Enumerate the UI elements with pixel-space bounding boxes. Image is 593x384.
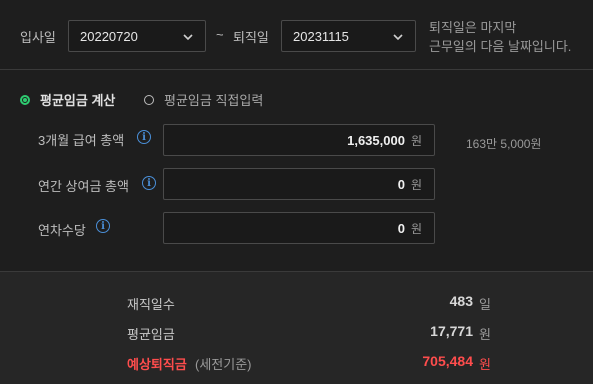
leave-allowance-value: 0 <box>397 220 405 236</box>
end-date-label: 퇴직일 <box>233 30 269 45</box>
salary-3m-value: 1,635,000 <box>347 132 405 148</box>
leave-allowance-label: 연차수당 <box>38 223 86 238</box>
date-separator: ~ <box>216 27 224 42</box>
radio-average-manual-label: 평균임금 직접입력 <box>164 93 264 108</box>
days-unit: 일 <box>479 297 491 312</box>
end-date-note-line2: 근무일의 다음 날짜입니다. <box>429 39 572 54</box>
average-wage-unit: 원 <box>479 327 491 342</box>
bonus-annual-value: 0 <box>397 176 405 192</box>
leave-allowance-unit: 원 <box>410 221 422 236</box>
radio-unselected-icon <box>144 94 154 105</box>
bonus-annual-input[interactable]: 0 원 <box>163 168 435 200</box>
chevron-down-icon <box>183 34 193 41</box>
info-icon[interactable]: i <box>96 219 110 233</box>
start-date-value: 20220720 <box>80 28 138 44</box>
result-summary: 재직일수 483 일 평균임금 17,771 원 예상퇴직금 (세전기준) 70… <box>0 272 593 384</box>
bonus-annual-label: 연간 상여금 총액 <box>38 179 129 194</box>
days-value: 483 <box>449 293 473 309</box>
end-date-note: 퇴직일은 마지막 근무일의 다음 날짜입니다. <box>429 18 571 56</box>
average-wage-label: 평균임금 <box>127 327 175 342</box>
end-date-note-line1: 퇴직일은 마지막 <box>429 20 517 35</box>
severance-note: (세전기준) <box>195 357 252 372</box>
bonus-annual-unit: 원 <box>410 177 422 192</box>
start-date-label: 입사일 <box>20 30 56 45</box>
salary-3m-input[interactable]: 1,635,000 원 <box>163 124 435 156</box>
average-wage-value: 17,771 <box>430 323 473 339</box>
chevron-down-icon <box>393 34 403 41</box>
divider <box>0 69 593 70</box>
days-label: 재직일수 <box>127 297 175 312</box>
severance-unit: 원 <box>479 357 491 372</box>
salary-3m-hint: 163만 5,000원 <box>466 137 542 151</box>
salary-3m-label: 3개월 급여 총액 <box>38 133 125 148</box>
severance-value: 705,484 <box>422 353 473 369</box>
leave-allowance-input[interactable]: 0 원 <box>163 212 435 244</box>
salary-3m-unit: 원 <box>410 133 422 148</box>
info-icon[interactable]: i <box>142 176 156 190</box>
radio-average-manual[interactable]: 평균임금 직접입력 <box>144 90 263 109</box>
start-date-select[interactable]: 20220720 <box>68 20 206 52</box>
end-date-value: 20231115 <box>293 28 349 44</box>
info-icon[interactable]: i <box>137 130 151 144</box>
severance-label: 예상퇴직금 <box>127 357 187 372</box>
radio-average-calc[interactable]: 평균임금 계산 <box>20 90 115 109</box>
end-date-select[interactable]: 20231115 <box>281 20 416 52</box>
radio-selected-icon <box>20 94 30 105</box>
radio-average-calc-label: 평균임금 계산 <box>40 93 116 108</box>
